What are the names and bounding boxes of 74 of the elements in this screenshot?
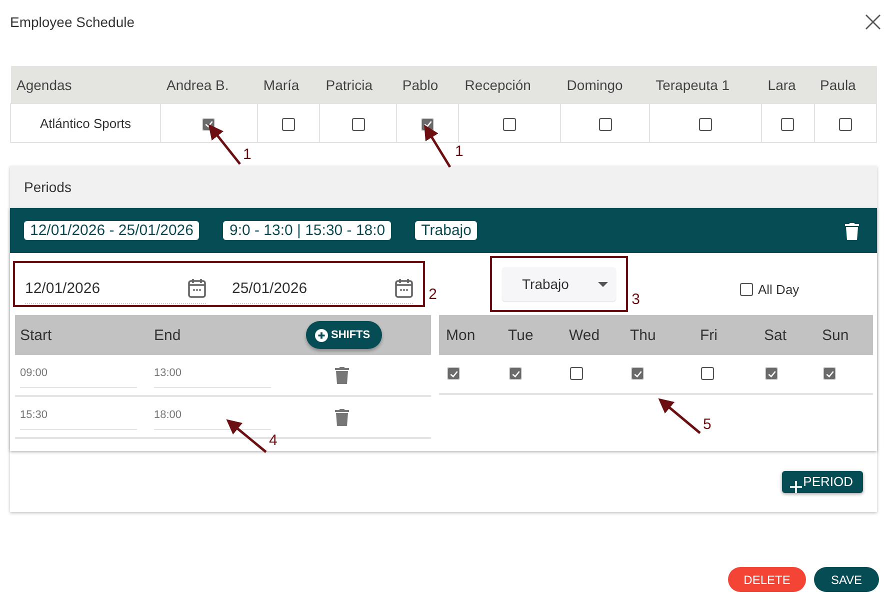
check-icon (204, 119, 214, 130)
start-time-field[interactable]: 09:00 (20, 366, 137, 388)
column-header: Agendas (10, 66, 160, 104)
period-banner[interactable]: 12/01/2026 - 25/01/2026 9:0 - 13:0 | 15:30 - 18:0 Trabajo (10, 208, 877, 253)
callout-number: 3 (632, 291, 640, 308)
add-period-button[interactable]: PERIOD (782, 470, 863, 492)
end-time-field[interactable]: 18:00 (154, 408, 271, 430)
checkbox[interactable] (740, 282, 753, 296)
column-header: Paula (814, 66, 876, 104)
checkbox[interactable] (282, 118, 296, 131)
checkbox[interactable] (838, 118, 852, 131)
plus-circle-icon (315, 328, 328, 342)
callout-number: 1 (455, 143, 464, 160)
callout-number: 4 (269, 432, 278, 449)
annotation-arrow (226, 419, 267, 453)
annotation-arrow (424, 124, 452, 168)
check-icon (766, 368, 776, 379)
column-header: Pablo (396, 66, 459, 104)
check-icon (448, 368, 458, 379)
checkbox[interactable] (781, 118, 794, 131)
annotation-arrow (658, 398, 701, 434)
column-header: Start (20, 326, 53, 344)
end-time-field[interactable]: 13:00 (154, 366, 271, 388)
start-time-field[interactable]: 15:30 (20, 408, 137, 430)
checkbox[interactable] (570, 367, 583, 380)
column-header: Andrea B. (160, 66, 258, 104)
column-header: Domingo (560, 66, 650, 104)
checkbox[interactable] (701, 367, 714, 380)
day-header: Sat (764, 326, 788, 344)
period-chip: 12/01/2026 - 25/01/2026 (24, 221, 200, 240)
trash-icon[interactable] (845, 222, 859, 240)
date-field[interactable]: 12/01/2026 (25, 273, 206, 304)
callout-number: 2 (428, 286, 437, 303)
period-chip: Trabajo (415, 221, 478, 240)
checkbox[interactable] (598, 118, 612, 131)
calendar-icon[interactable] (395, 278, 413, 298)
calendar-icon[interactable] (188, 278, 206, 298)
day-header: Wed (569, 326, 601, 344)
column-header: Terapeuta 1 (650, 66, 762, 104)
day-header: Tue (508, 326, 534, 344)
column-header: End (154, 326, 182, 344)
callout-number: 1 (243, 146, 252, 163)
day-header: Fri (700, 326, 718, 344)
checkbox[interactable] (699, 118, 712, 131)
dialog-title: Employee Schedule (10, 14, 135, 30)
checkbox[interactable] (503, 118, 516, 131)
add-shifts-button[interactable]: SHIFTS (306, 321, 382, 349)
plus-icon (790, 480, 802, 492)
trash-icon[interactable] (335, 408, 349, 426)
callout-number: 5 (703, 416, 712, 433)
agenda-name: Atlántico Sports (10, 104, 160, 142)
annotation-arrow (208, 124, 241, 165)
type-dropdown[interactable]: Trabajo (502, 267, 616, 301)
check-icon (824, 368, 834, 379)
column-header: Recepción (458, 66, 561, 104)
checkbox-label: All Day (758, 282, 800, 296)
day-header: Sun (822, 326, 850, 344)
column-header: Lara (762, 66, 814, 104)
section-title: Periods (24, 179, 72, 195)
column-header: Patricia (320, 66, 396, 104)
delete-button[interactable]: DELETE (728, 567, 806, 592)
check-icon (422, 119, 433, 130)
day-header: Thu (630, 326, 657, 344)
save-button[interactable]: SAVE (814, 567, 879, 592)
check-icon (632, 368, 642, 379)
column-header: María (257, 66, 320, 104)
caret-icon (598, 282, 608, 286)
day-header: Mon (446, 326, 476, 344)
checkbox[interactable] (352, 118, 365, 131)
trash-icon[interactable] (335, 366, 349, 384)
check-icon (510, 368, 520, 379)
date-field[interactable]: 25/01/2026 (232, 273, 413, 304)
close-icon[interactable] (865, 14, 881, 30)
period-chip: 9:0 - 13:0 | 15:30 - 18:0 (223, 221, 392, 240)
